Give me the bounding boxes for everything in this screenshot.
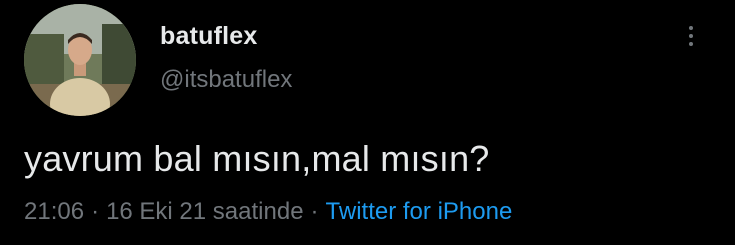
more-vertical-icon[interactable]: [684, 26, 698, 52]
tweet-date[interactable]: 16 Eki 21 saatinde: [106, 198, 303, 225]
avatar[interactable]: [24, 4, 136, 116]
author-display-name[interactable]: batuflex: [160, 22, 257, 51]
tweet-metadata: 21:06 · 16 Eki 21 saatinde · Twitter for iPh…: [24, 198, 512, 226]
tweet-card: batuflex @itsbatuflex yavrum bal mısın,m…: [0, 0, 735, 245]
tweet-time[interactable]: 21:06: [24, 198, 84, 225]
author-handle[interactable]: @itsbatuflex: [160, 66, 292, 94]
tweet-source-link[interactable]: Twitter for iPhone: [326, 198, 513, 225]
tweet-text: yavrum bal mısın,mal mısın?: [24, 138, 490, 179]
separator-dot: ·: [310, 198, 319, 225]
avatar-image: [24, 4, 136, 116]
separator-dot: ·: [91, 198, 100, 225]
